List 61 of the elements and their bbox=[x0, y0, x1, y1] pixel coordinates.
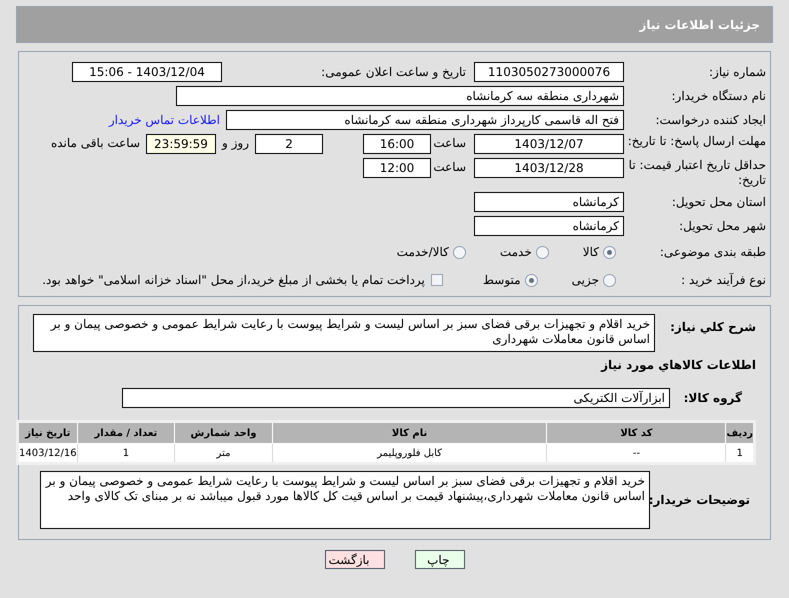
column-header: ردیف bbox=[726, 422, 754, 444]
radio-label: متوسط bbox=[482, 272, 521, 289]
table-cell: 1 bbox=[726, 444, 754, 464]
back-button[interactable]: بازگشت bbox=[324, 550, 384, 569]
field-label: نوع فرآیند خرید : bbox=[680, 272, 766, 288]
table-cell: کابل فلوروپلیمر bbox=[272, 444, 547, 464]
radio-label: کالا bbox=[582, 244, 599, 261]
date-field: 1403/12/07 bbox=[474, 134, 624, 154]
column-header: واحد شمارش bbox=[174, 422, 272, 444]
field-label: مهلت ارسال پاسخ: تا تاریخ: bbox=[626, 134, 766, 149]
table-cell: 1 bbox=[77, 444, 175, 464]
time-label: ساعت bbox=[432, 135, 467, 152]
column-header: نام کالا bbox=[272, 422, 547, 444]
radio-button[interactable] bbox=[536, 246, 549, 258]
city-field: کرمانشاه bbox=[474, 216, 624, 236]
radio-button[interactable] bbox=[524, 274, 538, 286]
field-label: حداقل تاریخ اعتبار قیمت: تا تاریخ: bbox=[628, 158, 766, 188]
checkbox-label: پرداخت تمام یا بخشی از مبلغ خرید،از محل "اسناد خزانه اسلامی" خواهد بود. bbox=[42, 272, 425, 289]
field-label: توضیحات خریدار: bbox=[650, 492, 751, 508]
goods-group-field: ابزارآلات الکتریکی bbox=[122, 388, 670, 408]
field-label: تاریخ و ساعت اعلان عمومی: bbox=[320, 64, 467, 80]
field-label: شماره نیاز: bbox=[708, 64, 766, 80]
days-label: روز و bbox=[220, 135, 250, 152]
time-label: ساعت bbox=[432, 159, 467, 176]
field-label: طبقه بندی موضوعی: bbox=[658, 244, 766, 260]
buyer-notes-textarea[interactable]: خرید اقلام و تجهیزات برقی فضای سبز بر اساس لیست و شرایط پیوست با رعایت شرایط عمومی و خصوصی پیمان و بر اساس قانون معاملات شهرداری،پیشنهاد قیمت بر اساس قیت کل کالاها مورد قبول میباشد نه بر مبنای تک کالای واحد bbox=[40, 471, 650, 529]
field-label: استان محل تحویل: bbox=[670, 194, 766, 210]
date-field: 1403/12/28 bbox=[474, 158, 624, 178]
section-heading: اطلاعات کالاهاي مورد نياز bbox=[600, 357, 756, 374]
print-button[interactable]: چاپ bbox=[414, 550, 464, 569]
time-field: 16:00 bbox=[363, 134, 431, 154]
column-header: تاریخ نیاز bbox=[18, 422, 78, 444]
radio-button[interactable] bbox=[452, 246, 466, 258]
radio-label: کالا/خدمت bbox=[396, 244, 449, 261]
need-number-field: 1103050273000076 bbox=[474, 62, 624, 82]
days-field: 2 bbox=[255, 134, 323, 154]
summary-textarea[interactable]: خرید اقلام و تجهیزات برقی فضای سبز بر اساس لیست و شرایط پیوست با رعایت شرایط عمومی و خصوصی پیمان و بر اساس قانون معاملات شهرداری bbox=[33, 314, 655, 352]
province-field: کرمانشاه bbox=[474, 192, 624, 212]
table-cell: -- bbox=[546, 444, 726, 464]
column-header: تعداد / مقدار bbox=[77, 422, 175, 444]
checkbox[interactable] bbox=[430, 274, 443, 286]
time-field: 12:00 bbox=[363, 158, 431, 178]
table-cell: 1403/12/16 bbox=[18, 444, 78, 464]
field-label: نام دستگاه خریدار: bbox=[670, 88, 766, 104]
field-label: شرح کلي نياز: bbox=[669, 319, 756, 335]
remaining-time-field: 23:59:59 bbox=[146, 134, 216, 154]
buyer-org-field: شهرداری منطقه سه کرمانشاه bbox=[176, 86, 624, 106]
radio-button[interactable] bbox=[603, 274, 616, 286]
field-label: ایجاد کننده درخواست: bbox=[654, 112, 766, 128]
announce-date-field: 1403/12/04 - 15:06 bbox=[72, 62, 222, 82]
radio-button[interactable] bbox=[603, 246, 616, 258]
radio-label: خدمت bbox=[500, 244, 532, 261]
remaining-label: ساعت باقی مانده bbox=[50, 135, 141, 152]
page-title: جزئیات اطلاعات نیاز bbox=[639, 16, 760, 34]
field-label: شهر محل تحویل: bbox=[678, 218, 766, 234]
contact-link[interactable]: اطلاعات تماس خریدار bbox=[108, 111, 220, 129]
field-label: گروه کالا: bbox=[682, 390, 743, 406]
table-cell: متر bbox=[174, 444, 272, 464]
column-header: کد کالا bbox=[546, 422, 726, 444]
radio-label: جزیی bbox=[572, 272, 599, 289]
requester-field: فتح اله قاسمی کارپرداز شهرداری منطقه سه کرمانشاه bbox=[226, 110, 624, 130]
